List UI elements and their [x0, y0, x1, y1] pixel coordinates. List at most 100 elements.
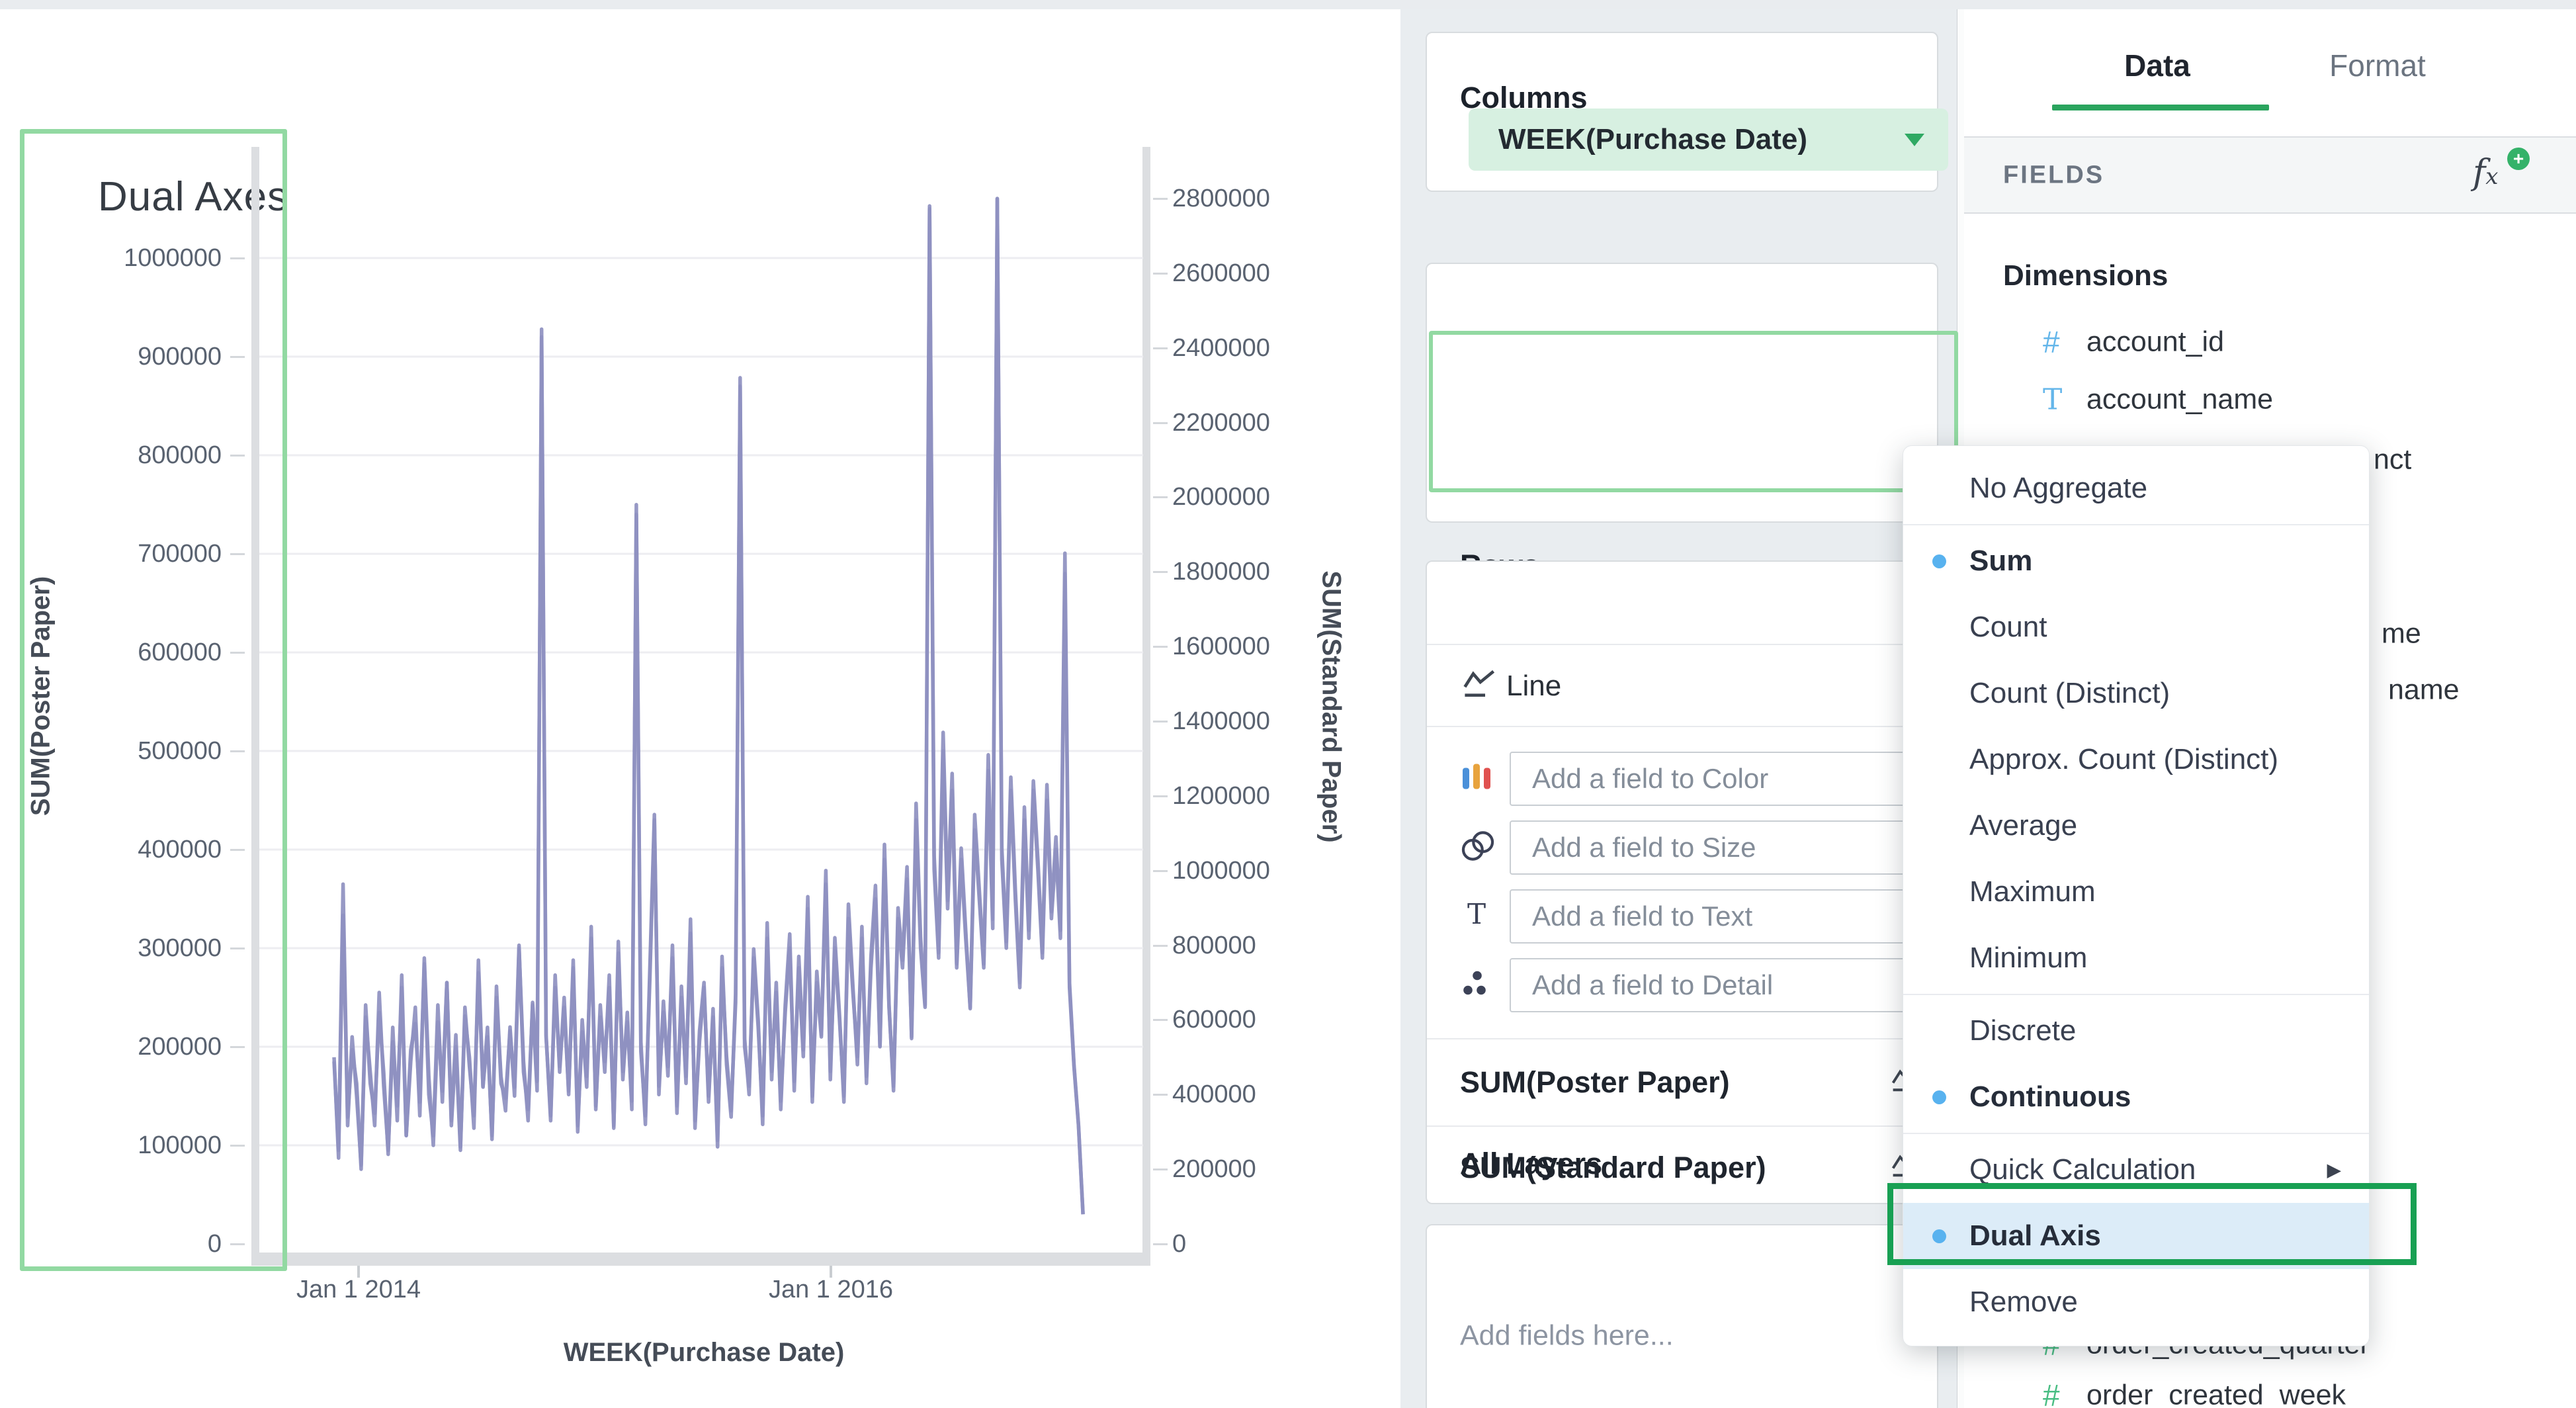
menu-item-label: Average [1969, 809, 2077, 842]
menu-item-label: Maximum [1969, 875, 2096, 908]
tick-mark [1153, 347, 1168, 349]
drop-zone-color[interactable]: Add a field to Color [1510, 752, 1933, 806]
tick-mark [1153, 945, 1168, 947]
size-icon [1461, 831, 1494, 865]
drop-zone-placeholder: Add a field to Color [1532, 763, 1768, 795]
chevron-down-icon[interactable] [1905, 134, 1924, 146]
menu-item-label: Remove [1969, 1286, 2078, 1319]
left-axis-annotation-box [20, 129, 287, 1271]
menu-item-sum[interactable]: Sum [1903, 528, 2369, 594]
field-name: order_created_week [2086, 1380, 2346, 1408]
tick-mark [1153, 721, 1168, 723]
menu-item-label: Quick Calculation [1969, 1153, 2196, 1186]
menu-item-count-distinct-[interactable]: Count (Distinct) [1903, 660, 2369, 726]
menu-item-remove[interactable]: Remove [1903, 1269, 2369, 1335]
text-type-icon: T [2043, 383, 2062, 417]
fields-section-header: FIELDS fx + [1963, 136, 2576, 214]
menu-item-continuous[interactable]: Continuous [1903, 1064, 2369, 1130]
right-axis-tick-label: 2200000 [1172, 407, 1270, 439]
x-axis-tick-label: Jan 1 2014 [296, 1276, 421, 1304]
menu-item-label: Count [1969, 611, 2047, 644]
tick-mark [1153, 1168, 1168, 1170]
field-row-order_created_week[interactable]: # order_created_week [1963, 1376, 2576, 1408]
x-axis-tick-label: Jan 1 2016 [769, 1276, 893, 1304]
right-axis-title: SUM(Standard Paper) [1316, 570, 1346, 842]
menu-separator [1903, 1133, 2369, 1134]
tick-mark [1153, 1243, 1168, 1245]
measure-row-sum-standard-paper[interactable]: SUM(Standard Paper) [1460, 1151, 1766, 1185]
plus-icon: + [2507, 148, 2530, 170]
right-axis-tick-label: 200000 [1172, 1153, 1256, 1185]
window-top-strip [0, 0, 2576, 9]
menu-item-label: Approx. Count (Distinct) [1969, 743, 2278, 776]
right-axis-tick-label: 2000000 [1172, 481, 1270, 513]
selected-dot-icon [1932, 1090, 1946, 1104]
number-type-icon: # [2043, 324, 2060, 360]
menu-separator [1903, 994, 2369, 995]
active-tab-underline [2052, 105, 2269, 110]
menu-item-approx-count-distinct-[interactable]: Approx. Count (Distinct) [1903, 726, 2369, 793]
tick-mark [1153, 795, 1168, 797]
drop-zone-text[interactable]: Add a field to Text [1510, 889, 1933, 944]
right-axis-bar [1142, 147, 1150, 1264]
tick-mark [1153, 496, 1168, 498]
menu-item-no-aggregate[interactable]: No Aggregate [1903, 455, 2369, 521]
right-axis-tick-label: 1200000 [1172, 780, 1270, 812]
rows-annotation-box [1429, 331, 1958, 492]
drop-zone-placeholder: Add a field to Size [1532, 832, 1756, 863]
tick-mark [1153, 198, 1168, 200]
line-chart-plot [259, 146, 1143, 1264]
field-row-account_name[interactable]: Taccount_name [1963, 380, 2576, 419]
color-icon [1461, 763, 1493, 795]
measure-row-sum-poster-paper[interactable]: SUM(Poster Paper) [1460, 1065, 1730, 1100]
menu-item-label: Count (Distinct) [1969, 677, 2170, 710]
tick-mark [1153, 273, 1168, 275]
dual-axes-workbook: Dual Axes SUM(Poster Paper) SUM(Standard… [0, 0, 2576, 1408]
menu-item-count[interactable]: Count [1903, 594, 2369, 660]
field-name: account_id [2086, 326, 2224, 359]
right-axis-tick-label: 1800000 [1172, 556, 1270, 588]
mark-type-line[interactable]: Line [1506, 670, 1561, 703]
menu-item-minimum[interactable]: Minimum [1903, 925, 2369, 991]
occluded-field-fragment: me [2382, 618, 2421, 650]
shelf-panel: Columns WEEK(Purchase Date) Rows SUM(Pos… [1400, 0, 1964, 1408]
menu-item-average[interactable]: Average [1903, 793, 2369, 859]
number-type-icon: # [2043, 1378, 2060, 1408]
occluded-field-fragment: nct [2374, 444, 2411, 476]
tick-mark [1153, 571, 1168, 573]
detail-icon [1461, 969, 1490, 1002]
filters-drop-zone[interactable]: Add fields here... [1460, 1320, 1674, 1352]
pill-week-purchase-date[interactable]: WEEK(Purchase Date) [1469, 109, 1948, 171]
tick-mark [1153, 1094, 1168, 1096]
right-axis-tick-label: 400000 [1172, 1078, 1256, 1110]
drop-zone-size[interactable]: Add a field to Size [1510, 820, 1933, 875]
right-axis-tick-label: 600000 [1172, 1004, 1256, 1035]
menu-item-label: Discrete [1969, 1014, 2076, 1047]
menu-item-maximum[interactable]: Maximum [1903, 859, 2369, 925]
drop-zone-detail[interactable]: Add a field to Detail [1510, 958, 1933, 1012]
right-axis-tick-label: 0 [1172, 1228, 1186, 1260]
tick-mark [1153, 646, 1168, 648]
tick-mark [1153, 422, 1168, 424]
menu-item-label: Sum [1969, 545, 2032, 578]
drop-zone-placeholder: Add a field to Detail [1532, 969, 1773, 1001]
menu-item-label: Minimum [1969, 942, 2087, 975]
tick-mark [1153, 870, 1168, 872]
field-name: account_name [2086, 384, 2273, 416]
right-axis-tick-label: 1000000 [1172, 855, 1270, 887]
columns-card: Columns WEEK(Purchase Date) [1426, 32, 1938, 192]
right-axis-tick-label: 2600000 [1172, 257, 1270, 289]
tab-format[interactable]: Format [2329, 48, 2426, 83]
add-calculated-field-button[interactable]: fx + [2473, 152, 2530, 199]
occluded-field-fragment: name [2388, 674, 2460, 707]
tab-data[interactable]: Data [2124, 48, 2190, 83]
series-SUM(Standard Paper) [334, 198, 1083, 1214]
dual-axis-annotation-box [1887, 1183, 2417, 1265]
field-row-account_id[interactable]: # account_id [1963, 322, 2576, 362]
menu-separator [1903, 524, 2369, 525]
submenu-arrow-icon: ▶ [2327, 1159, 2341, 1181]
text-icon: T [1461, 901, 1492, 933]
menu-item-discrete[interactable]: Discrete [1903, 998, 2369, 1064]
right-axis-tick-label: 1400000 [1172, 705, 1270, 737]
drop-zone-placeholder: Add a field to Text [1532, 901, 1752, 932]
